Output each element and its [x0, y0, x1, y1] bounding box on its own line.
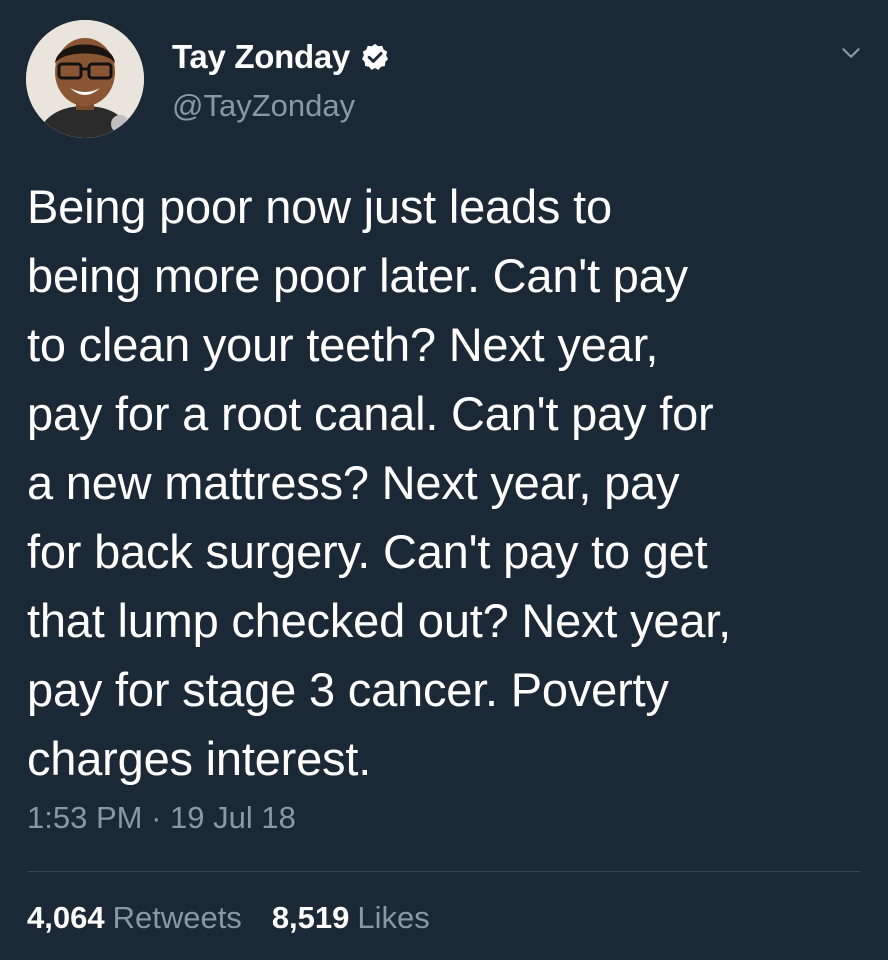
- retweets-stat[interactable]: 4,064 Retweets: [27, 900, 242, 936]
- tweet-card: Tay Zonday @TayZonday Being poor now jus…: [0, 0, 888, 960]
- tweet-stats: 4,064 Retweets 8,519 Likes: [27, 900, 430, 936]
- likes-stat[interactable]: 8,519 Likes: [272, 900, 430, 936]
- divider: [27, 871, 861, 872]
- likes-label: Likes: [357, 900, 430, 935]
- avatar-image: [26, 20, 144, 138]
- retweets-label: Retweets: [112, 900, 242, 935]
- tweet-timestamp[interactable]: 1:53 PM · 19 Jul 18: [27, 800, 296, 836]
- display-name[interactable]: Tay Zonday: [172, 38, 350, 76]
- retweets-count: 4,064: [27, 900, 105, 935]
- avatar[interactable]: [26, 20, 144, 138]
- verified-badge-icon: [360, 42, 390, 72]
- likes-count: 8,519: [271, 900, 350, 935]
- tweet-date: 19 Jul 18: [170, 800, 296, 835]
- author-name-row[interactable]: Tay Zonday: [172, 38, 390, 76]
- tweet-text: Being poor now just leads to being more …: [27, 180, 732, 785]
- tweet-time: 1:53 PM: [27, 800, 143, 835]
- chevron-down-icon[interactable]: [838, 40, 864, 66]
- timestamp-separator: ·: [151, 800, 162, 835]
- user-handle[interactable]: @TayZonday: [172, 88, 355, 124]
